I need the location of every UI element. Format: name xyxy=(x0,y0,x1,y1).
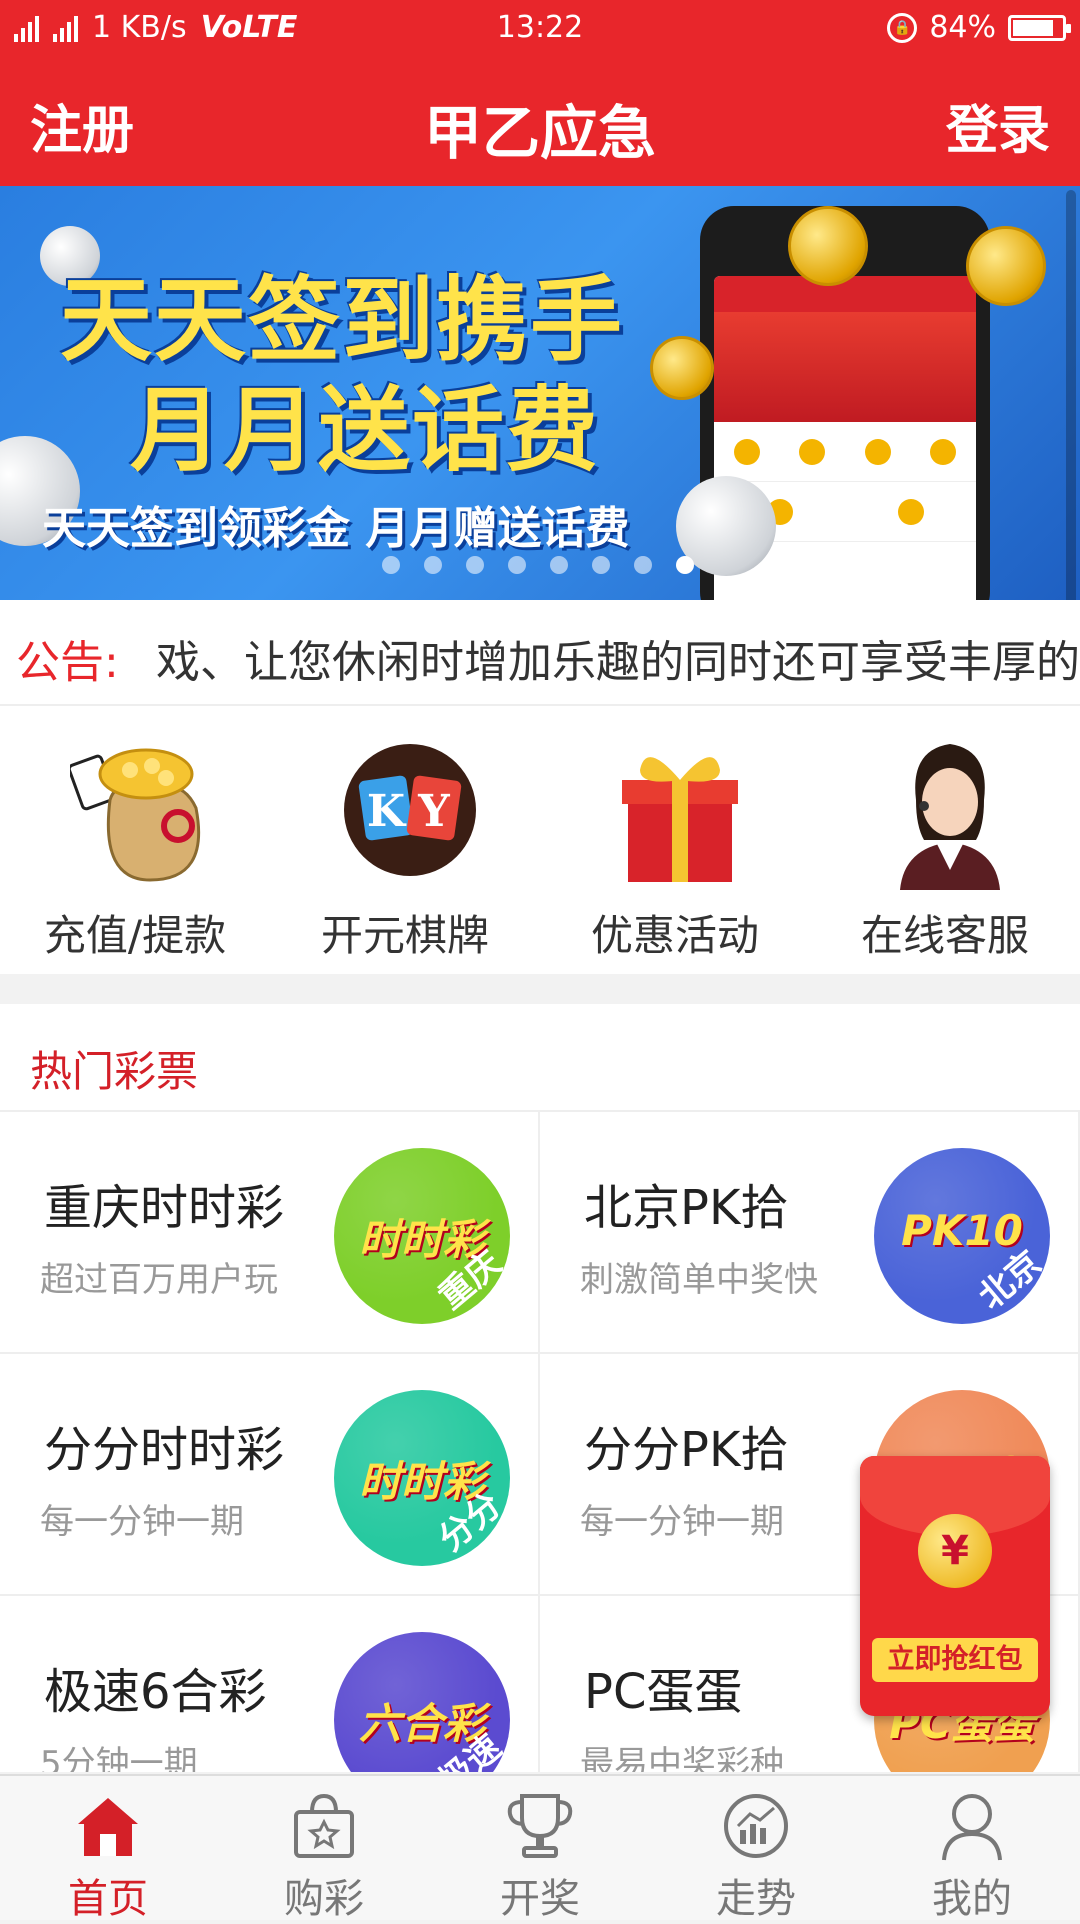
quick-link-customer-service[interactable]: 在线客服 xyxy=(810,706,1080,974)
lottery-description: 每一分钟一期 xyxy=(40,1502,244,1542)
quick-link-label: 优惠活动 xyxy=(590,911,759,960)
yuan-coin-icon: ¥ xyxy=(918,1514,992,1588)
trend-chart-icon xyxy=(724,1794,788,1858)
battery-fill xyxy=(1013,19,1053,36)
carousel-dot[interactable] xyxy=(508,556,526,574)
lottery-card[interactable]: 北京PK拾刺激简单中奖快 PK10 北京 xyxy=(540,1112,1080,1354)
quick-link-recharge[interactable]: 充值/提款 xyxy=(0,706,270,974)
carousel-dot[interactable] xyxy=(550,556,568,574)
tab-label: 开奖 xyxy=(500,1876,580,1922)
lottery-logo-icon: 六合彩 极速 xyxy=(334,1632,510,1772)
promo-banner[interactable]: 天天签到携手 月月送话费 天天签到领彩金 月月赠送话费 xyxy=(0,186,1080,600)
lottery-description: 刺激简单中奖快 xyxy=(580,1260,818,1300)
svg-text:K: K xyxy=(367,786,407,837)
quick-link-ky-chess[interactable]: K Y 开元棋牌 xyxy=(270,706,540,974)
lottery-logo-icon: 时时彩 分分 xyxy=(334,1390,510,1566)
tab-draw-results[interactable]: 开奖 xyxy=(432,1776,648,1922)
trophy-icon xyxy=(507,1794,573,1858)
lottery-name: PC蛋蛋 xyxy=(584,1664,743,1720)
carousel-dot[interactable] xyxy=(592,556,610,574)
login-button[interactable]: 登录 xyxy=(946,88,1050,163)
quick-link-label: 在线客服 xyxy=(860,911,1029,960)
gold-coin-icon xyxy=(966,226,1046,306)
page-title: 甲乙应急 xyxy=(423,99,656,167)
carousel-dot[interactable] xyxy=(634,556,652,574)
battery-icon xyxy=(1008,14,1071,41)
status-bar: 1 KB/s VoLTE 13:22 🔒 84% xyxy=(0,0,1080,56)
lottery-card[interactable]: 分分时时彩每一分钟一期 时时彩 分分 xyxy=(0,1354,540,1596)
lottery-name: 北京PK拾 xyxy=(584,1180,789,1236)
tab-home[interactable]: 首页 xyxy=(0,1776,216,1922)
carousel-dot[interactable] xyxy=(676,556,694,574)
announcement-label: 公告: xyxy=(16,637,119,688)
lottery-description: 5分钟一期 xyxy=(40,1744,198,1772)
app-header: 注册 甲乙应急 登录 xyxy=(0,56,1080,186)
lottery-description: 最易中奖彩种 xyxy=(580,1744,784,1772)
tab-profile[interactable]: 我的 xyxy=(864,1776,1080,1922)
banner-headline-2: 月月送话费 xyxy=(130,377,601,484)
announcement-text: 戏、让您休闲时增加乐趣的同时还可享受丰厚的 xyxy=(156,637,1080,688)
quick-link-label: 充值/提款 xyxy=(43,911,227,960)
tab-label: 我的 xyxy=(932,1876,1012,1922)
money-bag-icon xyxy=(70,748,201,882)
lottery-logo-icon: PK10 北京 xyxy=(874,1148,1050,1324)
gold-coin-icon xyxy=(788,206,868,286)
home-icon xyxy=(78,1798,138,1856)
lottery-card[interactable]: 极速6合彩 5分钟一期 六合彩 极速 xyxy=(0,1596,540,1772)
lottery-name: 分分时时彩 xyxy=(44,1422,285,1478)
banner-subline: 天天签到领彩金 月月赠送话费 xyxy=(42,503,630,554)
quick-link-promotions[interactable]: 优惠活动 xyxy=(540,706,810,974)
carousel-dots[interactable] xyxy=(382,556,694,574)
red-packet-cta: 立即抢红包 xyxy=(872,1638,1038,1682)
carousel-dot[interactable] xyxy=(466,556,484,574)
quick-links: 充值/提款 K Y 开元棋牌 优惠活动 在线客服 xyxy=(0,706,1080,974)
shopping-bag-icon xyxy=(294,1793,354,1858)
tab-trends[interactable]: 走势 xyxy=(648,1776,864,1922)
customer-service-icon xyxy=(900,744,1000,890)
ky-chess-icon: K Y xyxy=(344,744,476,876)
user-icon xyxy=(942,1794,1002,1861)
quick-link-label: 开元棋牌 xyxy=(320,911,489,960)
carousel-dot[interactable] xyxy=(424,556,442,574)
lottery-name: 重庆时时彩 xyxy=(44,1180,285,1236)
phone-screen-icons xyxy=(714,422,976,482)
red-packet-button[interactable]: ¥ 立即抢红包 xyxy=(860,1456,1050,1716)
lottery-name: 分分PK拾 xyxy=(584,1422,789,1478)
section-title: 热门彩票 xyxy=(30,1047,199,1096)
tab-buy-lottery[interactable]: 购彩 xyxy=(216,1776,432,1922)
gold-coin-icon xyxy=(650,336,714,400)
battery-percent: 84% xyxy=(929,10,996,45)
lottery-description: 超过百万用户玩 xyxy=(40,1260,278,1300)
carousel-dot[interactable] xyxy=(382,556,400,574)
bottom-tab-bar: 首页 购彩 开奖 走势 我的 xyxy=(0,1774,1080,1922)
rotation-lock-icon: 🔒 xyxy=(887,12,918,43)
lottery-card[interactable]: 重庆时时彩超过百万用户玩 时时彩 重庆 xyxy=(0,1112,540,1354)
tab-label: 首页 xyxy=(68,1876,148,1922)
tab-label: 走势 xyxy=(716,1876,796,1922)
lottery-description: 每一分钟一期 xyxy=(580,1502,784,1542)
phone-screen-banner xyxy=(714,312,976,422)
lottery-logo-icon: 时时彩 重庆 xyxy=(334,1148,510,1324)
tab-label: 购彩 xyxy=(284,1876,364,1922)
status-right: 🔒 84% xyxy=(887,10,1071,45)
announcement-bar[interactable]: 公告: 戏、让您休闲时增加乐趣的同时还可享受丰厚的 xyxy=(0,600,1080,706)
gift-box-icon xyxy=(622,757,738,882)
hot-lottery-header: 热门彩票 xyxy=(0,1004,1080,1112)
svg-text:Y: Y xyxy=(417,786,450,837)
lottery-name: 极速6合彩 xyxy=(44,1664,267,1720)
